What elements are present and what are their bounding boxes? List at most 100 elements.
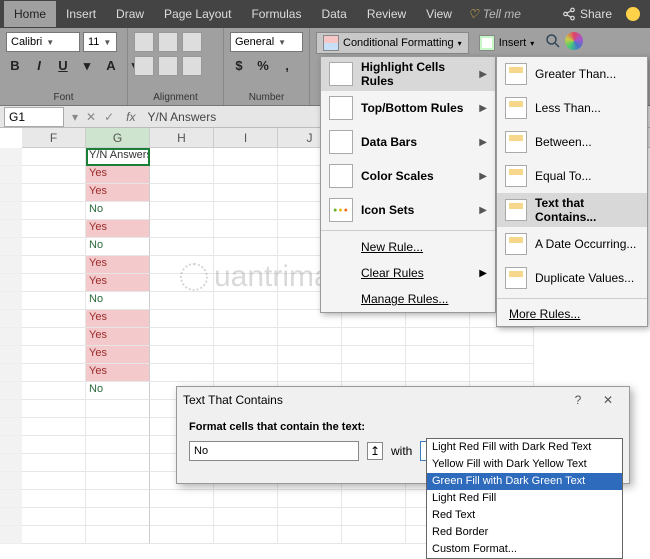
menu-new-rule[interactable]: New Rule... [321,234,495,260]
font-name-dropdown[interactable]: Calibri▼ [6,32,80,52]
namebox-dropdown[interactable]: ▾ [68,110,82,124]
cell-g6[interactable]: No [86,238,150,256]
menu-item-label: Duplicate Values... [535,271,634,285]
underline-button[interactable]: U [54,58,72,74]
dialog-help-button[interactable]: ? [563,393,593,407]
menu-icon-sets[interactable]: Icon Sets ▶ [321,193,495,227]
comma-button[interactable]: , [278,58,296,73]
number-format-dropdown[interactable]: General▼ [230,32,303,52]
text-value-input[interactable] [189,441,359,461]
smiley-icon[interactable] [626,7,640,21]
cell-g1[interactable]: Y/N Answers [86,148,150,166]
cell-g9[interactable]: No [86,292,150,310]
format-option[interactable]: Green Fill with Dark Green Text [427,473,622,490]
col-header-G[interactable]: G [86,128,150,147]
italic-button[interactable]: I [30,58,48,74]
equal-to-icon [505,165,527,187]
align-top-button[interactable] [134,32,154,52]
menu-data-bars[interactable]: Data Bars ▶ [321,125,495,159]
tell-me[interactable]: ♡Tell me [462,7,527,21]
menu-manage-rules[interactable]: Manage Rules... [321,286,495,312]
fill-color-button[interactable]: A [102,58,120,74]
tab-insert[interactable]: Insert [56,1,106,27]
format-option[interactable]: Yellow Fill with Dark Yellow Text [427,456,622,473]
tab-draw[interactable]: Draw [106,1,154,27]
cell-g2[interactable]: Yes [86,166,150,184]
menu-item-label: New Rule... [361,240,423,254]
col-header-F[interactable]: F [22,128,86,147]
tab-page-layout[interactable]: Page Layout [154,1,241,27]
menu-clear-rules[interactable]: Clear Rules▶ [321,260,495,286]
menu-duplicate-values[interactable]: Duplicate Values... [497,261,647,295]
cancel-formula-button[interactable]: ✕ [82,110,100,124]
fx-button[interactable]: fx [118,110,143,124]
dialog-title: Text That Contains [183,393,563,407]
tab-home[interactable]: Home [4,1,56,27]
menu-item-label: Greater Than... [535,67,616,81]
cell-g11[interactable]: Yes [86,328,150,346]
col-header-H[interactable]: H [150,128,214,147]
font-size-dropdown[interactable]: 11▼ [83,32,117,52]
menu-between[interactable]: Between... [497,125,647,159]
with-label: with [391,444,412,458]
menu-highlight-cells-rules[interactable]: Highlight Cells Rules ▶ [321,57,495,91]
align-right-button[interactable] [182,56,202,76]
menu-less-than[interactable]: Less Than... [497,91,647,125]
cell-g5[interactable]: Yes [86,220,150,238]
range-picker-button[interactable]: ↥ [367,442,383,460]
bold-button[interactable]: B [6,58,24,74]
share-button[interactable]: Share [554,7,620,21]
search-button[interactable] [544,32,562,55]
enter-formula-button[interactable]: ✓ [100,110,118,124]
greater-than-icon [505,63,527,85]
align-left-button[interactable] [134,56,154,76]
dialog-titlebar[interactable]: Text That Contains ? ✕ [177,387,629,413]
align-middle-button[interactable] [158,32,178,52]
percent-button[interactable]: % [254,58,272,73]
cell-g13[interactable]: Yes [86,364,150,382]
align-bottom-button[interactable] [182,32,202,52]
menu-equal-to[interactable]: Equal To... [497,159,647,193]
cell-g3[interactable]: Yes [86,184,150,202]
menu-item-label: Top/Bottom Rules [361,101,471,115]
row-headers[interactable] [0,148,22,544]
format-option[interactable]: Red Text [427,507,622,524]
cell-g12[interactable]: Yes [86,346,150,364]
cell-g14[interactable]: No [86,382,150,400]
tab-data[interactable]: Data [311,1,356,27]
menu-a-date-occurring[interactable]: A Date Occurring... [497,227,647,261]
insert-cells-button[interactable]: Insert▾ [472,32,542,54]
menu-text-that-contains[interactable]: Text that Contains... [497,193,647,227]
menu-item-label: Icon Sets [361,203,471,217]
menu-item-label: Equal To... [535,169,591,183]
format-option[interactable]: Red Border [427,524,622,541]
menu-top-bottom-rules[interactable]: Top/Bottom Rules ▶ [321,91,495,125]
number-format-value: General [235,36,274,48]
submenu-arrow-icon: ▶ [479,205,487,216]
tab-review[interactable]: Review [357,1,416,27]
tab-view[interactable]: View [416,1,462,27]
format-option[interactable]: Light Red Fill with Dark Red Text [427,439,622,456]
tab-formulas[interactable]: Formulas [241,1,311,27]
menu-item-label: Manage Rules... [361,292,448,306]
name-box[interactable]: G1 [4,107,64,127]
cell-g4[interactable]: No [86,202,150,220]
col-header-I[interactable]: I [214,128,278,147]
border-button[interactable]: ▾ [78,58,96,74]
menu-item-label: Data Bars [361,135,471,149]
format-option[interactable]: Custom Format... [427,541,622,558]
cell-g8[interactable]: Yes [86,274,150,292]
currency-button[interactable]: $ [230,58,248,73]
align-center-button[interactable] [158,56,178,76]
conditional-formatting-icon [323,35,339,51]
cell-g7[interactable]: Yes [86,256,150,274]
menu-color-scales[interactable]: Color Scales ▶ [321,159,495,193]
format-option[interactable]: Light Red Fill [427,490,622,507]
menu-more-rules[interactable]: More Rules... [497,302,647,326]
cell-g10[interactable]: Yes [86,310,150,328]
menu-greater-than[interactable]: Greater Than... [497,57,647,91]
dialog-close-button[interactable]: ✕ [593,393,623,407]
conditional-formatting-button[interactable]: Conditional Formatting▾ [316,32,469,54]
ideas-button[interactable] [565,32,583,50]
highlight-cells-submenu: Greater Than... Less Than... Between... … [496,56,648,327]
